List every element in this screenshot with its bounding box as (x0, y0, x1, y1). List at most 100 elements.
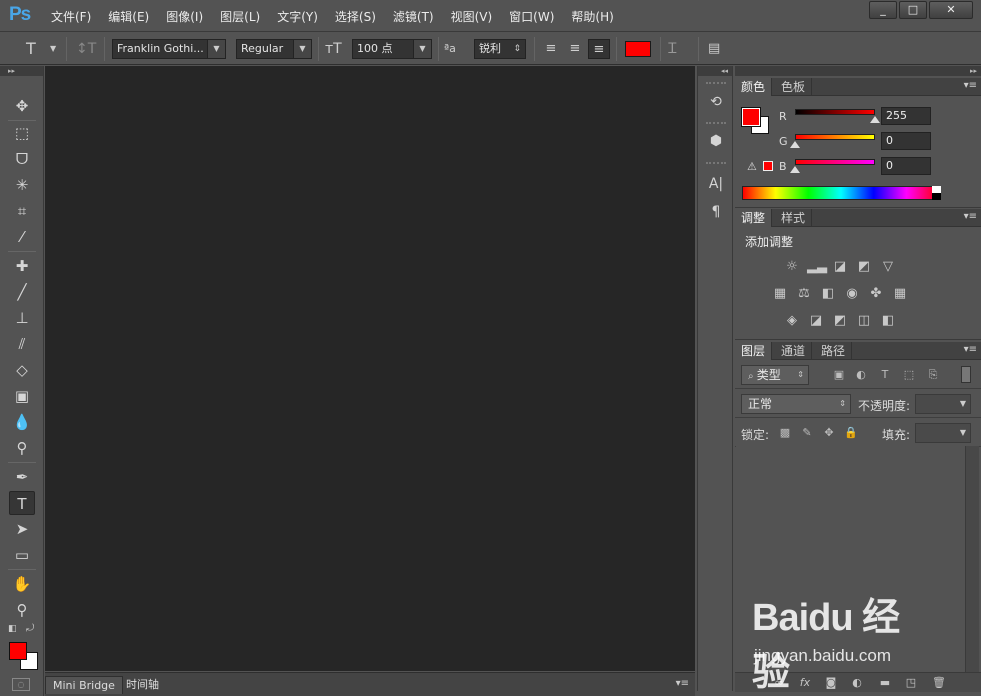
photo-filter-icon[interactable]: ◉ (843, 286, 861, 302)
maximize-button[interactable]: □ (899, 1, 927, 19)
history-brush-tool-icon[interactable]: ⫽ (9, 332, 35, 356)
brightness-contrast-icon[interactable]: ☼ (783, 259, 801, 275)
close-button[interactable]: ✕ (929, 1, 973, 19)
channel-r-slider[interactable] (795, 109, 875, 115)
history-panel-icon[interactable]: ⟲ (702, 90, 730, 114)
pen-tool-icon[interactable]: ✒ (9, 465, 35, 489)
paragraph-panel-icon[interactable]: ¶ (702, 200, 730, 224)
gamut-color-swatch[interactable] (763, 161, 773, 171)
type-tool-icon[interactable]: T (9, 491, 35, 515)
threshold-icon[interactable]: ◩ (831, 313, 849, 329)
channel-mixer-icon[interactable]: ✤ (867, 286, 885, 302)
black-swatch[interactable] (932, 193, 941, 200)
grip-handle[interactable] (706, 122, 726, 126)
foreground-color-swatch[interactable] (9, 642, 27, 660)
panel-menu-icon[interactable]: ▾≡ (964, 344, 977, 355)
blur-tool-icon[interactable]: 💧 (9, 410, 35, 434)
brush-tool-icon[interactable]: ╱ (9, 280, 35, 304)
default-colors-icon[interactable]: ◧ (8, 624, 17, 634)
character-panel-toggle-icon[interactable]: ▤ (708, 39, 730, 59)
minimize-button[interactable]: _ (869, 1, 897, 19)
tab-mini-bridge[interactable]: Mini Bridge (45, 676, 123, 694)
channel-b-thumb[interactable] (790, 166, 800, 173)
curves-icon[interactable]: ◪ (831, 259, 849, 275)
white-swatch[interactable] (932, 186, 941, 193)
warp-text-icon[interactable]: Ꮖ (668, 39, 688, 59)
dock-collapse-handle[interactable]: ▸▸ (735, 66, 981, 76)
grip-handle[interactable] (706, 162, 726, 166)
panel-menu-icon[interactable]: ▾≡ (964, 211, 977, 222)
panel-menu-icon[interactable]: ▾≡ (964, 80, 977, 91)
rectangle-tool-icon[interactable]: ▭ (9, 543, 35, 567)
text-orientation-icon[interactable]: ↕T (76, 39, 96, 59)
vibrance-icon[interactable]: ▽ (879, 259, 897, 275)
black-white-icon[interactable]: ◧ (819, 286, 837, 302)
color-lookup-icon[interactable]: ▦ (891, 286, 909, 302)
lock-pixels-icon[interactable]: ✎ (799, 425, 815, 441)
text-color-swatch[interactable] (625, 41, 651, 57)
menu-window[interactable]: 窗口(W) (509, 8, 554, 25)
move-tool-icon[interactable]: ✥ (9, 94, 35, 118)
delete-layer-icon[interactable]: 🗑 (931, 675, 947, 691)
channel-r-thumb[interactable] (870, 116, 880, 123)
channel-g-input[interactable]: 0 (881, 132, 931, 150)
exposure-icon[interactable]: ◩ (855, 259, 873, 275)
quick-mask-icon[interactable]: ◌ (12, 678, 30, 691)
gamut-warning-icon[interactable]: ⚠ (747, 160, 757, 173)
gradient-tool-icon[interactable]: ▣ (9, 384, 35, 408)
align-left-button[interactable]: ≡ (540, 39, 562, 59)
menu-file[interactable]: 文件(F) (51, 8, 91, 25)
filter-toggle[interactable] (961, 366, 971, 383)
layer-filter-select[interactable]: ⌕ 类型 ⇕ (741, 365, 809, 385)
layers-scrollbar[interactable] (965, 446, 979, 672)
grip-handle[interactable] (706, 82, 726, 86)
dodge-tool-icon[interactable]: ⚲ (9, 436, 35, 460)
opacity-input[interactable]: ▼ (915, 394, 971, 414)
tool-preset-chevron-icon[interactable]: ▼ (50, 39, 60, 59)
channel-b-input[interactable]: 0 (881, 157, 931, 175)
channel-g-slider[interactable] (795, 134, 875, 140)
tab-paths[interactable]: 路径 (815, 342, 853, 360)
panel-menu-icon[interactable]: ▾≡ (676, 678, 689, 689)
type-tool-icon[interactable]: T (26, 39, 44, 59)
crop-tool-icon[interactable]: ⌗ (9, 199, 35, 223)
tab-swatches[interactable]: 色板 (775, 78, 813, 96)
levels-icon[interactable]: ▂▃ (807, 259, 827, 275)
channel-g-thumb[interactable] (790, 141, 800, 148)
filter-pixel-icon[interactable]: ▣ (831, 367, 847, 383)
font-style-select[interactable]: Regular ▼ (236, 39, 312, 59)
posterize-icon[interactable]: ◪ (807, 313, 825, 329)
filter-shape-icon[interactable]: ⬚ (901, 367, 917, 383)
antialias-select[interactable]: 锐利 ⇕ (474, 39, 526, 59)
tab-timeline[interactable]: 时间轴 (119, 676, 166, 694)
gradient-map-icon[interactable]: ◫ (855, 313, 873, 329)
lock-all-icon[interactable]: 🔒 (843, 425, 859, 441)
foreground-color-swatch[interactable] (741, 107, 761, 127)
magic-wand-tool-icon[interactable]: ✳ (9, 173, 35, 197)
menu-type[interactable]: 文字(Y) (277, 8, 318, 25)
font-family-select[interactable]: Franklin Gothi... ▼ (112, 39, 226, 59)
color-spectrum-bar[interactable] (742, 186, 940, 200)
tab-adjustments[interactable]: 调整 (735, 209, 773, 227)
filter-smart-object-icon[interactable]: ⎘ (925, 367, 941, 383)
tab-layers[interactable]: 图层 (735, 342, 773, 360)
menu-image[interactable]: 图像(I) (166, 8, 203, 25)
channel-b-slider[interactable] (795, 159, 875, 165)
dock-expand-handle[interactable]: ◂◂ (698, 66, 732, 76)
filter-type-icon[interactable]: T (877, 367, 893, 383)
eyedropper-tool-icon[interactable]: ⁄ (9, 225, 35, 249)
lock-position-icon[interactable]: ✥ (821, 425, 837, 441)
hand-tool-icon[interactable]: ✋ (9, 572, 35, 596)
menu-view[interactable]: 视图(V) (451, 8, 493, 25)
panel-collapse-handle[interactable]: ▸▸ (0, 66, 43, 76)
lasso-tool-icon[interactable]: ᗜ (9, 147, 35, 171)
healing-brush-tool-icon[interactable]: ✚ (9, 254, 35, 278)
blend-mode-select[interactable]: 正常 ⇕ (741, 394, 851, 414)
tab-color[interactable]: 颜色 (735, 78, 773, 96)
zoom-tool-icon[interactable]: ⚲ (9, 598, 35, 622)
menu-select[interactable]: 选择(S) (335, 8, 376, 25)
clone-stamp-tool-icon[interactable]: ⊥ (9, 306, 35, 330)
color-balance-icon[interactable]: ⚖ (795, 286, 813, 302)
fill-input[interactable]: ▼ (915, 423, 971, 443)
filter-adjustment-icon[interactable]: ◐ (853, 367, 869, 383)
